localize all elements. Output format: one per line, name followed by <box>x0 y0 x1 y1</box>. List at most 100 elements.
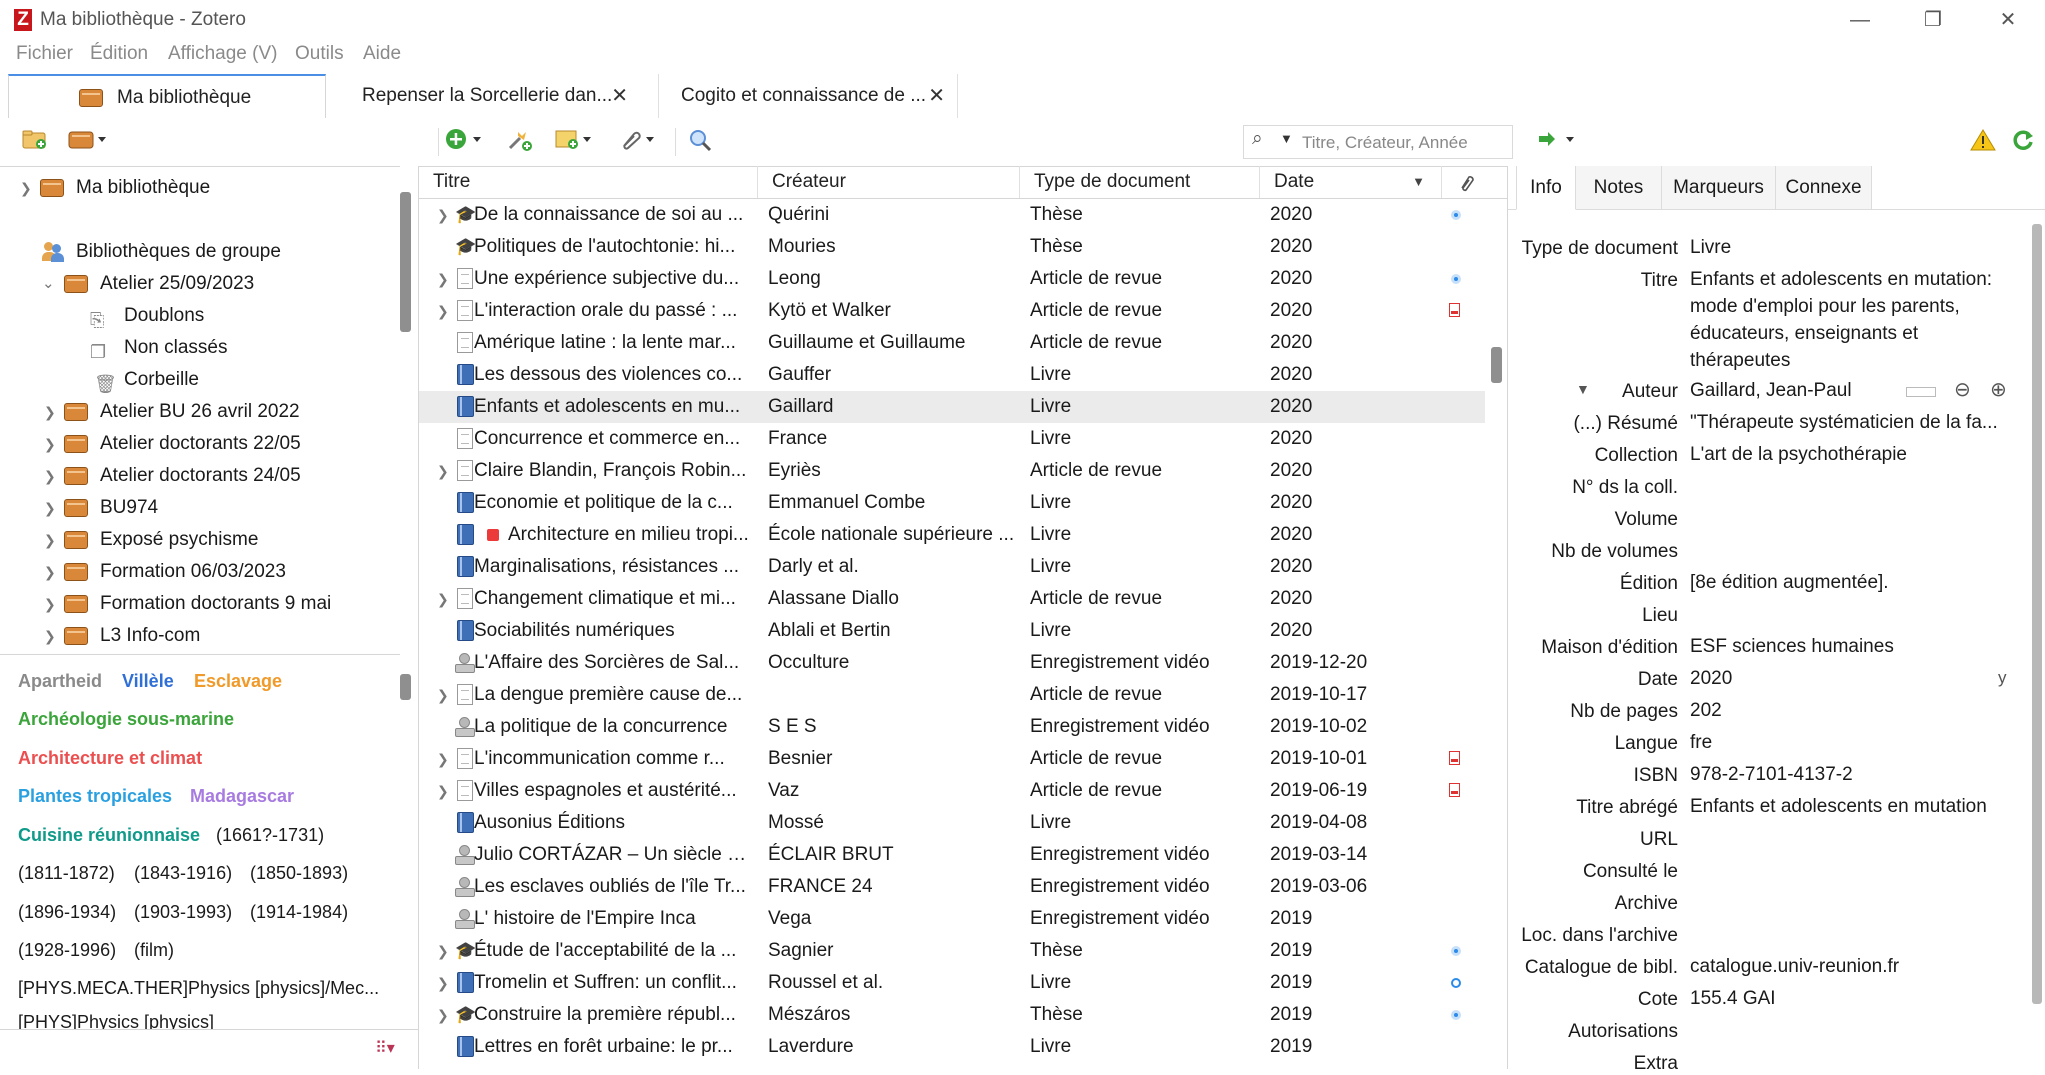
tree-item-group[interactable]: ❯ Atelier doctorants 22/05 <box>0 428 400 460</box>
attachment-status-icon[interactable] <box>1451 210 1461 220</box>
new-item-icon[interactable] <box>445 128 487 156</box>
attachment-status-icon[interactable] <box>1451 274 1461 284</box>
add-attachment-icon[interactable] <box>618 128 660 156</box>
collection-tree-scrollbar[interactable] <box>400 166 418 654</box>
chevron-right-icon[interactable]: ❯ <box>44 524 56 556</box>
tree-item-group[interactable]: ❯ Exposé psychisme <box>0 524 400 556</box>
pdf-attachment-icon[interactable] <box>1449 751 1460 765</box>
tab-cogito[interactable]: Cogito et connaissance de ... ✕ <box>658 74 958 118</box>
pdf-attachment-icon[interactable] <box>1449 303 1460 317</box>
tag-item[interactable]: [PHYS]Physics [physics] <box>18 1012 214 1030</box>
chevron-right-icon[interactable]: ❯ <box>44 556 56 588</box>
menu-affichage[interactable]: Affichage (V) <box>168 43 277 65</box>
close-window-button[interactable]: ✕ <box>1978 4 2038 36</box>
table-row[interactable]: ❯ Construire la première républ... Mészáro… <box>419 999 1485 1031</box>
table-row[interactable]: ❯ Étude de l'acceptabilité de la ... Sagni… <box>419 935 1485 967</box>
chevron-right-icon[interactable]: ❯ <box>437 775 449 807</box>
tag-item[interactable]: (1843-1916) <box>134 863 232 884</box>
table-row[interactable]: ❯ De la connaissance de soi au ... Quérini… <box>419 199 1485 231</box>
table-row[interactable]: Julio CORTÁZAR – Un siècle d... ÉCLAIR BR… <box>419 839 1485 871</box>
field-value[interactable]: 978-2-7101-4137-2 <box>1690 761 2010 788</box>
table-row[interactable]: ❯ Une expérience subjective du... Leong Art… <box>419 263 1485 295</box>
tag-filter-input[interactable] <box>14 1036 368 1064</box>
column-title[interactable]: Titre <box>419 166 758 198</box>
table-row[interactable]: Ausonius Éditions Mossé Livre 2019-04-08 <box>419 807 1485 839</box>
tree-item-unfiled[interactable]: ❐ Non classés <box>0 332 400 364</box>
tag-selector-scrollbar[interactable] <box>400 654 418 1029</box>
chevron-right-icon[interactable]: ❯ <box>437 935 449 967</box>
menu-fichier[interactable]: Fichier <box>16 43 73 65</box>
chevron-right-icon[interactable]: ❯ <box>20 172 32 204</box>
sync-error-icon[interactable] <box>1970 128 1996 156</box>
tag-item[interactable]: (1811-1872) <box>18 863 115 884</box>
field-value[interactable]: ESF sciences humaines <box>1690 633 2010 660</box>
field-value[interactable]: Enfants et adolescents en mutation: mode… <box>1690 266 2010 374</box>
table-row[interactable]: Amérique latine : la lente mar... Guillau… <box>419 327 1485 359</box>
tree-item-group[interactable]: ❯ Atelier BU 26 avril 2022 <box>0 396 400 428</box>
column-date[interactable]: Date ▼ <box>1260 166 1442 198</box>
tag-architecture[interactable]: Architecture et climat <box>18 748 202 769</box>
field-value[interactable]: fre <box>1690 729 2010 756</box>
field-value[interactable]: 155.4 GAI <box>1690 985 2010 1012</box>
locate-icon[interactable] <box>1536 128 1582 156</box>
tree-item-group[interactable]: ❯ BU974 <box>0 492 400 524</box>
table-row[interactable]: Concurrence et commerce en... France Livre… <box>419 423 1485 455</box>
tag-item[interactable]: [PHYS.MECA.THER]Physics [physics]/Mec... <box>18 978 379 999</box>
field-value[interactable]: 2020 <box>1690 665 2010 692</box>
sync-icon[interactable] <box>2010 128 2036 156</box>
chevron-right-icon[interactable]: ❯ <box>44 460 56 492</box>
creator-type-dropdown-icon[interactable]: ▼ <box>1576 381 1590 397</box>
scrollbar-thumb[interactable] <box>1491 347 1502 383</box>
minimize-button[interactable]: — <box>1830 4 1890 36</box>
tag-apartheid[interactable]: Apartheid <box>18 671 102 692</box>
maximize-button[interactable]: ❐ <box>1903 4 1963 36</box>
table-row[interactable]: Les dessous des violences co... Gauffer Li… <box>419 359 1485 391</box>
chevron-right-icon[interactable]: ❯ <box>437 967 449 999</box>
table-row[interactable]: Les esclaves oubliés de l'île Tr... FRANC… <box>419 871 1485 903</box>
tag-item[interactable]: (1903-1993) <box>134 902 232 923</box>
tag-archeologie[interactable]: Archéologie sous-marine <box>18 709 234 730</box>
chevron-right-icon[interactable]: ❯ <box>437 199 449 231</box>
switch-field-mode-icon[interactable] <box>1906 387 1936 397</box>
table-row[interactable]: Architecture en milieu tropi... École nat… <box>419 519 1485 551</box>
menu-aide[interactable]: Aide <box>363 43 401 65</box>
table-row[interactable]: ❯ Villes espagnoles et austérité... Vaz Art… <box>419 775 1485 807</box>
menu-outils[interactable]: Outils <box>295 43 344 65</box>
new-library-icon[interactable] <box>68 128 110 156</box>
tree-item-group[interactable]: ❯ Atelier doctorants 24/05 <box>0 460 400 492</box>
attachment-status-icon[interactable] <box>1451 978 1461 988</box>
table-row[interactable]: Economie et politique de la c... Emmanuel… <box>419 487 1485 519</box>
tag-item[interactable]: (1661?-1731) <box>216 825 324 846</box>
chevron-right-icon[interactable]: ❯ <box>44 588 56 620</box>
field-value[interactable]: Enfants et adolescents en mutation <box>1690 793 2010 820</box>
tag-item[interactable]: (film) <box>134 940 174 961</box>
chevron-right-icon[interactable]: ❯ <box>437 455 449 487</box>
table-row[interactable]: ❯ L'interaction orale du passé : ... Kytö … <box>419 295 1485 327</box>
remove-creator-icon[interactable]: ⊖ <box>1954 377 1971 402</box>
tree-item-trash[interactable]: 🗑 Corbeille <box>0 364 400 396</box>
chevron-right-icon[interactable]: ❯ <box>44 396 56 428</box>
pdf-attachment-icon[interactable] <box>1449 783 1460 797</box>
items-scrollbar[interactable] <box>1487 199 1507 1069</box>
table-row[interactable]: Politiques de l'autochtonie: hi... Mourie… <box>419 231 1485 263</box>
new-note-icon[interactable] <box>555 128 597 156</box>
column-creator[interactable]: Créateur <box>758 166 1020 198</box>
tag-item[interactable]: (1928-1996) <box>18 940 116 961</box>
field-value[interactable]: L'art de la psychothérapie <box>1690 441 2010 468</box>
table-row[interactable]: Lettres en forêt urbaine: le pr... Laverd… <box>419 1031 1485 1063</box>
chevron-right-icon[interactable]: ❯ <box>44 428 56 460</box>
table-row[interactable]: ❯ Changement climatique et mi... Alassane … <box>419 583 1485 615</box>
chevron-right-icon[interactable]: ❯ <box>44 492 56 524</box>
scrollbar-thumb[interactable] <box>400 192 411 332</box>
add-by-identifier-icon[interactable] <box>506 128 534 156</box>
tag-cuisine[interactable]: Cuisine réunionnaise <box>18 825 200 846</box>
table-row[interactable]: La politique de la concurrence S E S Enreg… <box>419 711 1485 743</box>
scrollbar-thumb[interactable] <box>400 674 411 700</box>
tag-actions-icon[interactable]: ⠿▾ <box>375 1038 395 1058</box>
table-row[interactable]: Marginalisations, résistances ... Darly e… <box>419 551 1485 583</box>
field-value[interactable]: [8e édition augmentée]. <box>1690 569 2010 596</box>
add-creator-icon[interactable]: ⊕ <box>1990 377 2007 402</box>
tree-item-my-library[interactable]: ❯ Ma bibliothèque <box>0 172 400 204</box>
table-row[interactable]: Enfants et adolescents en mu... Gaillard L… <box>419 391 1485 423</box>
column-attachments[interactable] <box>1442 166 1487 198</box>
